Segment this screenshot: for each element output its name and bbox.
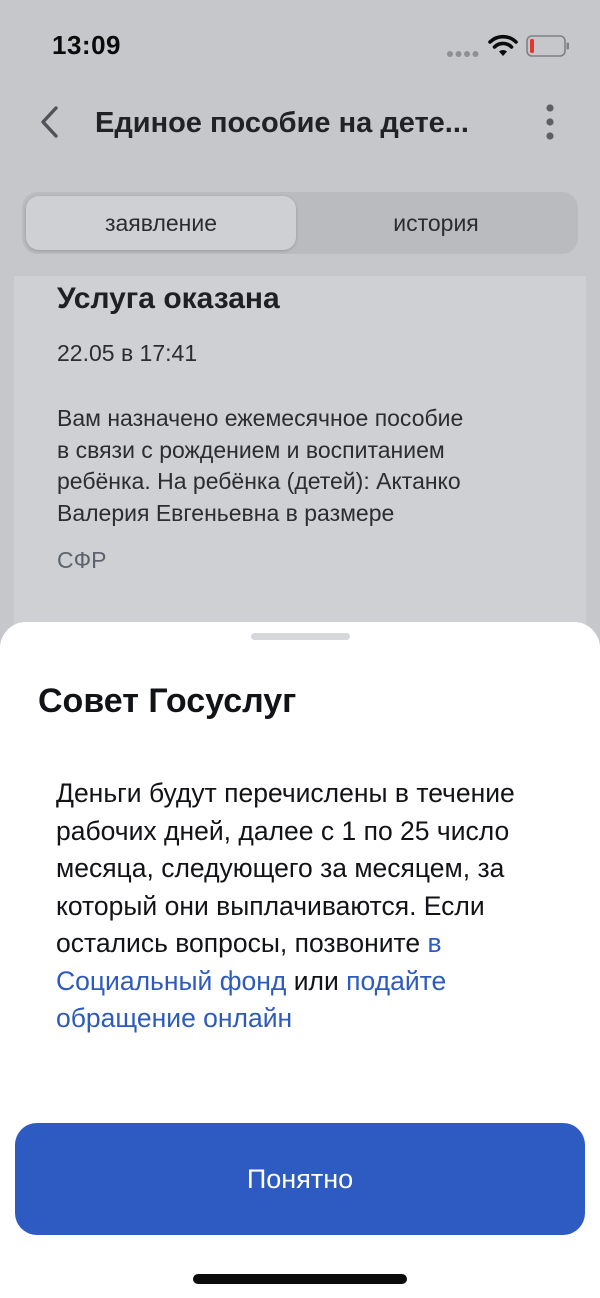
- tab-application[interactable]: заявление: [26, 196, 296, 250]
- message-text: или: [286, 965, 347, 996]
- status-description-line: в связи с рождением и воспитанием: [57, 436, 445, 463]
- message-line: Социальный фонд или подайте: [56, 963, 566, 1001]
- screen: 13:09 Единое пособие на дете... заявлени…: [0, 0, 600, 1298]
- sheet-drag-handle[interactable]: [251, 633, 350, 640]
- wifi-icon: [488, 34, 518, 56]
- message-line: рабочих дней, далее с 1 по 25 число: [56, 815, 510, 846]
- battery-low-icon: [526, 35, 569, 57]
- message-line: который они выплачиваются. Если: [56, 890, 485, 921]
- more-vertical-icon[interactable]: [540, 102, 560, 142]
- online-appeal-link[interactable]: подайте: [346, 966, 446, 996]
- page-title: Единое пособие на дете...: [95, 107, 469, 139]
- online-appeal-link[interactable]: обращение онлайн: [56, 1003, 292, 1033]
- status-date: 22.05 в 17:41: [57, 340, 198, 366]
- status-description: Вам назначено ежемесячное пособие в связ…: [57, 403, 557, 529]
- sheet-title: Совет Госуслуг: [38, 682, 297, 720]
- home-indicator[interactable]: [193, 1274, 407, 1284]
- cellular-signal-icon: [447, 51, 479, 57]
- back-chevron-icon[interactable]: [34, 102, 64, 142]
- status-description-line: ребёнка. На ребёнка (детей): Актанко: [57, 468, 461, 494]
- message-line: остались вопросы, позвоните в: [56, 925, 566, 963]
- message-line: Деньги будут перечислены в течение: [56, 778, 515, 808]
- status-title: Услуга оказана: [57, 282, 280, 315]
- status-description-line: Вам назначено ежемесячное пособие: [57, 405, 464, 431]
- message-line: месяца, следующего за месяцем, за: [56, 853, 505, 883]
- status-source: СФР: [57, 547, 107, 573]
- message-text: остались вопросы, позвоните: [56, 928, 428, 958]
- tab-history[interactable]: история: [298, 196, 574, 250]
- ok-button[interactable]: Понятно: [15, 1123, 585, 1235]
- sheet-message: Деньги будут перечислены в течение рабоч…: [56, 775, 566, 1035]
- message-line: обращение онлайн: [56, 1000, 566, 1035]
- social-fund-link[interactable]: Социальный фонд: [56, 966, 286, 996]
- social-fund-link[interactable]: в: [427, 928, 441, 958]
- status-description-line: Валерия Евгеньевна в размере: [57, 499, 395, 526]
- tab-switcher: заявление история: [22, 192, 578, 254]
- status-time: 13:09: [52, 30, 121, 60]
